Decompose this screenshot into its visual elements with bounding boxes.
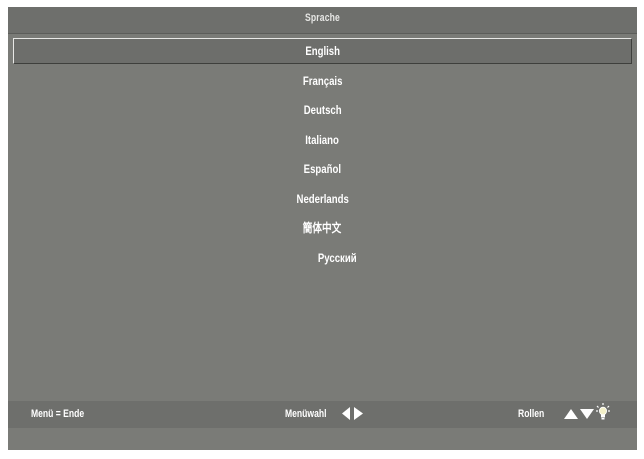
language-label: 簡体中文 (303, 221, 342, 235)
footer-bottom-strip (8, 428, 637, 450)
language-option-german[interactable]: Deutsch (8, 97, 637, 127)
arrow-left-icon (342, 407, 350, 420)
scroll-hint-label: Rollen (518, 408, 545, 420)
language-label: Deutsch (303, 103, 342, 117)
language-label: Italiano (305, 132, 340, 147)
scroll-hint: Rollen (518, 403, 610, 420)
language-option-chinese[interactable]: 簡体中文 (8, 215, 637, 245)
arrow-right-icon (354, 407, 363, 420)
language-label: Español (303, 162, 342, 176)
language-option-english[interactable]: English (13, 38, 632, 64)
language-label: Nederlands (296, 191, 349, 206)
menu-title-bar: Sprache (8, 7, 637, 34)
select-hint-label: Menüwahl (285, 408, 327, 420)
lamp-icon (596, 403, 610, 420)
footer-hint-bar: Menü = Ende Menüwahl Rollen (8, 401, 637, 428)
select-hint: Menüwahl (285, 407, 363, 420)
arrow-down-icon (580, 409, 594, 419)
arrow-up-icon (564, 409, 578, 419)
language-label: English (305, 44, 340, 58)
language-option-russian[interactable]: Русский (8, 245, 637, 275)
language-option-dutch[interactable]: Nederlands (8, 186, 637, 216)
language-label: Русский (318, 250, 357, 265)
osd-language-menu: Sprache English Français Deutsch Italian… (8, 7, 637, 450)
language-list: English Français Deutsch Italiano Españo… (8, 38, 637, 274)
menu-title: Sprache (305, 12, 340, 24)
exit-hint-label: Menü = Ende (31, 408, 85, 420)
language-option-french[interactable]: Français (8, 68, 637, 98)
language-option-italian[interactable]: Italiano (8, 127, 637, 157)
exit-hint: Menü = Ende (31, 408, 99, 420)
language-option-spanish[interactable]: Español (8, 156, 637, 186)
language-label: Français (302, 73, 343, 88)
